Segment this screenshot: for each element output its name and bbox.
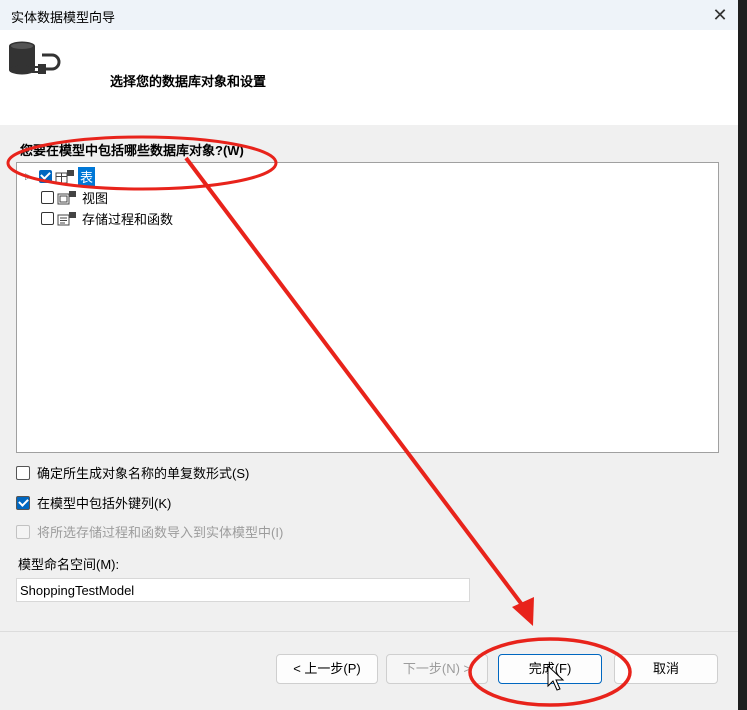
namespace-input[interactable] (16, 578, 470, 602)
namespace-label: 模型命名空间(M): (18, 557, 120, 572)
finish-button[interactable]: 完成(F) (498, 654, 602, 684)
objects-section-label: 您要在模型中包括哪些数据库对象?(W) (20, 143, 244, 158)
close-button[interactable]: ✕ (706, 4, 734, 26)
view-icon (57, 190, 76, 204)
import-sprocs-checkbox (16, 524, 30, 539)
tree-item-stored-procedures[interactable]: 存储过程和函数 (17, 208, 175, 228)
window-title: 实体数据模型向导 (11, 10, 116, 25)
tree-item-views[interactable]: 视图 (17, 187, 110, 207)
object-tree[interactable]: ▷ 表 视图 存储过程和函数 (16, 162, 719, 453)
stored-procedure-icon (57, 211, 76, 225)
wizard-header: 选择您的数据库对象和设置 (0, 30, 738, 125)
foreign-keys-option[interactable]: 在模型中包括外键列(K) (16, 493, 171, 512)
wizard-dialog: 实体数据模型向导 ✕ 选择您的数据库对象和设置 您要在模型中包括哪些数据库对象?… (0, 0, 738, 710)
title-bar: 实体数据模型向导 ✕ (0, 0, 738, 30)
import-sprocs-label: 将所选存储过程和函数导入到实体模型中(I) (37, 525, 284, 540)
next-button: 下一步(N) > (386, 654, 488, 684)
pluralize-label: 确定所生成对象名称的单复数形式(S) (37, 466, 250, 481)
tree-item-label: 存储过程和函数 (82, 211, 174, 227)
table-icon (55, 169, 74, 183)
cancel-button[interactable]: 取消 (614, 654, 718, 684)
tree-item-tables[interactable]: ▷ 表 (17, 166, 96, 186)
foreign-keys-label: 在模型中包括外键列(K) (37, 496, 172, 511)
tree-item-label: 表 (78, 166, 96, 186)
database-connect-icon (9, 41, 61, 75)
foreign-keys-checkbox[interactable] (16, 495, 30, 510)
views-checkbox[interactable] (41, 190, 54, 204)
import-sprocs-option: 将所选存储过程和函数导入到实体模型中(I) (16, 522, 283, 541)
previous-button[interactable]: < 上一步(P) (276, 654, 378, 684)
footer-divider (0, 631, 738, 632)
tables-checkbox[interactable] (39, 169, 52, 183)
tree-item-label: 视图 (82, 190, 109, 206)
pluralize-option[interactable]: 确定所生成对象名称的单复数形式(S) (16, 463, 249, 482)
background-strip (738, 0, 747, 710)
stored-procedures-checkbox[interactable] (41, 211, 54, 225)
pluralize-checkbox[interactable] (16, 465, 30, 480)
page-title: 选择您的数据库对象和设置 (110, 74, 267, 89)
expand-arrow-icon[interactable]: ▷ (25, 171, 35, 181)
